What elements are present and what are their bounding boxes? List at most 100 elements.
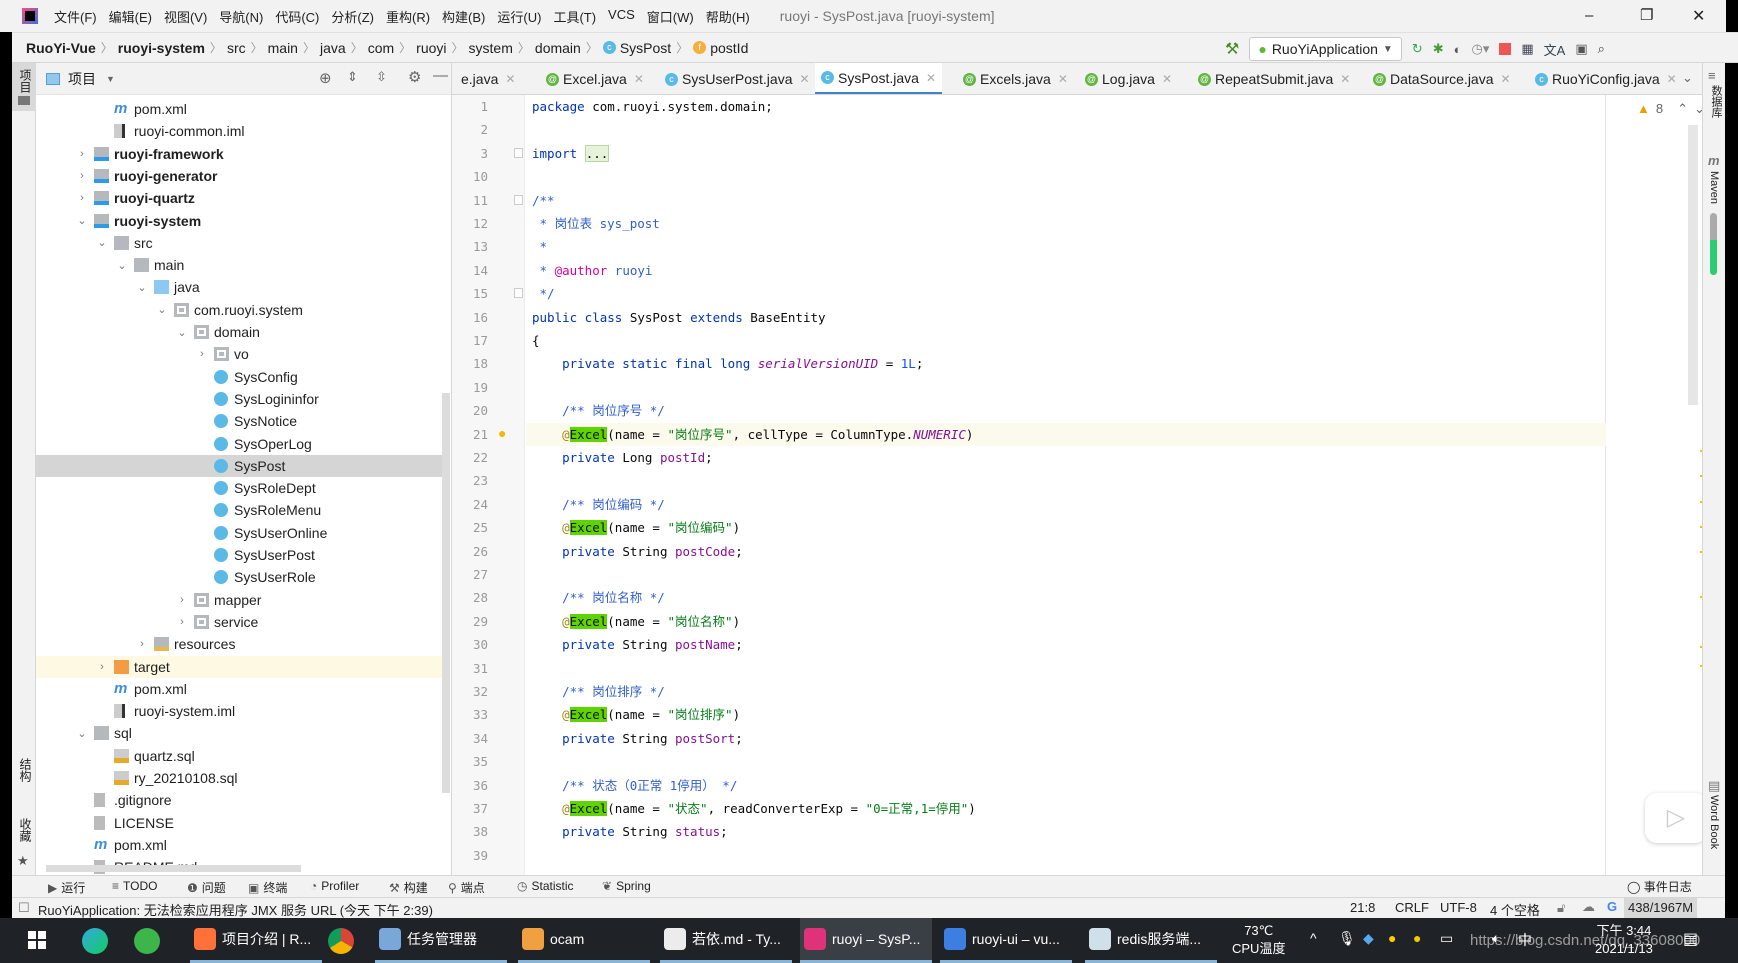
status-message[interactable]: RuoYiApplication: 无法检索应用程序 JMX 服务 URL (今… bbox=[38, 900, 433, 919]
code-line[interactable]: @Excel(name = "岗位序号", cellType = ColumnT… bbox=[532, 423, 973, 446]
close-tab-icon[interactable]: ✕ bbox=[634, 72, 644, 86]
search-icon[interactable]: ⌕ bbox=[1598, 41, 1605, 57]
tree-item[interactable]: ⌄ sql bbox=[36, 722, 444, 744]
menu-item[interactable]: 工具(T) bbox=[547, 7, 602, 26]
tab-log-java[interactable]: @ Log.java ✕ bbox=[1079, 63, 1178, 94]
close-button[interactable]: ✕ bbox=[1692, 6, 1705, 26]
menu-item[interactable]: 视图(V) bbox=[158, 7, 213, 26]
tray-app2-icon[interactable]: ● bbox=[1413, 930, 1421, 946]
tree-item[interactable]: LICENSE bbox=[36, 812, 444, 834]
tree-item[interactable]: ruoyi-common.iml bbox=[36, 120, 444, 142]
tree-item[interactable]: › ruoyi-framework bbox=[36, 143, 444, 165]
caret-position[interactable]: 21:8 bbox=[1350, 900, 1375, 915]
tab-syspost-java[interactable]: c SysPost.java ✕ bbox=[815, 63, 942, 94]
tool-window-button[interactable]: ◔ Profiler bbox=[310, 879, 359, 893]
chevron-right-icon[interactable]: › bbox=[96, 661, 108, 673]
intention-bulb-icon[interactable]: ● bbox=[498, 425, 506, 441]
browser-360-icon[interactable] bbox=[134, 928, 160, 954]
cpu-temp-widget[interactable]: 73℃ CPU温度 bbox=[1232, 922, 1285, 958]
clock[interactable]: 下午 3:44 2021/1/13 bbox=[1595, 922, 1653, 958]
code-line[interactable]: @Excel(name = "岗位排序") bbox=[532, 703, 740, 726]
qq-icon[interactable]: ● bbox=[1388, 930, 1396, 946]
indent-setting[interactable]: 4 个空格 bbox=[1490, 900, 1540, 919]
chevron-down-icon[interactable]: ⌄ bbox=[96, 236, 108, 249]
close-tab-icon[interactable]: ✕ bbox=[1058, 72, 1068, 86]
tree-item[interactable]: SysOperLog bbox=[36, 433, 444, 455]
code-line[interactable]: * @author ruoyi bbox=[532, 259, 653, 282]
maven-tool-label[interactable]: Maven bbox=[1708, 171, 1720, 204]
chevron-down-icon[interactable]: ⌄ bbox=[136, 281, 148, 294]
tool-window-button[interactable]: ⚲ 端点 bbox=[448, 879, 485, 896]
menu-item[interactable]: 编辑(E) bbox=[103, 7, 158, 26]
structure-tool-label[interactable]: 结构 bbox=[17, 758, 34, 782]
project-view-select[interactable]: 项目 bbox=[68, 69, 96, 89]
tree-item[interactable]: quartz.sql bbox=[36, 745, 444, 767]
code-line[interactable]: private String status; bbox=[532, 820, 728, 843]
microphone-icon[interactable]: 🎙︎ bbox=[1338, 930, 1356, 947]
tree-item[interactable]: SysUserPost bbox=[36, 544, 444, 566]
tool-window-button[interactable]: ▶ 运行 bbox=[48, 879, 85, 896]
fold-icon[interactable] bbox=[514, 194, 523, 205]
tree-item[interactable]: ruoyi-system.iml bbox=[36, 700, 444, 722]
chevron-right-icon[interactable]: › bbox=[176, 594, 188, 606]
chevron-down-icon[interactable]: ⌄ bbox=[76, 727, 88, 740]
project-tool-label[interactable]: 项目 bbox=[17, 69, 34, 93]
menu-item[interactable]: VCS bbox=[602, 7, 641, 26]
tray-overflow-icon[interactable]: ^ bbox=[1310, 930, 1317, 946]
code-line[interactable]: @Excel(name = "岗位名称") bbox=[532, 610, 740, 633]
expand-all-icon[interactable]: ⇕ bbox=[347, 69, 358, 85]
tree-item[interactable]: › mapper bbox=[36, 589, 444, 611]
taskbar-app[interactable]: 项目介绍 | R... bbox=[190, 918, 322, 963]
tree-item[interactable]: ry_20210108.sql bbox=[36, 767, 444, 789]
settings-icon[interactable]: ☁ bbox=[1582, 899, 1595, 915]
tab-excel-java[interactable]: @ Excel.java ✕ bbox=[540, 63, 650, 94]
chevron-right-icon[interactable]: › bbox=[76, 170, 88, 182]
tree-item[interactable]: › resources bbox=[36, 633, 444, 655]
taskbar-app[interactable]: ruoyi-ui – vu... bbox=[940, 918, 1072, 963]
tab-e-java[interactable]: e.java ✕ bbox=[455, 63, 521, 94]
code-line[interactable]: import ... bbox=[532, 142, 610, 165]
code-line[interactable]: private String postCode; bbox=[532, 540, 743, 563]
translate-icon[interactable]: 文A bbox=[1544, 40, 1566, 59]
tool-window-button[interactable]: ❶ 问题 bbox=[187, 879, 226, 896]
editor-scrollbar[interactable] bbox=[1688, 125, 1698, 405]
tool-window-button[interactable]: ≡ TODO bbox=[112, 879, 157, 893]
code-line[interactable]: */ bbox=[532, 282, 555, 305]
tree-item[interactable]: m pom.xml bbox=[36, 834, 444, 856]
stop-icon[interactable] bbox=[1499, 43, 1512, 55]
taskbar-app[interactable]: ocam bbox=[518, 918, 650, 963]
tree-item[interactable]: ⌄ com.ruoyi.system bbox=[36, 299, 444, 321]
battery-icon[interactable]: ▭ bbox=[1440, 930, 1453, 947]
code-line[interactable]: private static final long serialVersionU… bbox=[532, 352, 923, 375]
chevron-right-icon[interactable]: › bbox=[76, 148, 88, 160]
code-line[interactable]: private String postName; bbox=[532, 633, 743, 656]
menu-item[interactable]: 窗口(W) bbox=[641, 7, 700, 26]
maximize-button[interactable]: ❐ bbox=[1640, 6, 1653, 24]
breadcrumb-item[interactable]: postId bbox=[710, 40, 748, 56]
menu-item[interactable]: 导航(N) bbox=[213, 7, 269, 26]
tree-item[interactable]: › service bbox=[36, 611, 444, 633]
breadcrumb-item[interactable]: system bbox=[469, 40, 513, 56]
tree-item[interactable]: SysLogininfor bbox=[36, 388, 444, 410]
memory-indicator[interactable]: 438/1967M bbox=[1624, 898, 1698, 918]
chevron-down-icon[interactable]: ▼ bbox=[106, 74, 115, 84]
tab-datasource-java[interactable]: @ DataSource.java ✕ bbox=[1367, 63, 1517, 94]
profile-icon[interactable]: ◷▾ bbox=[1472, 41, 1490, 57]
status-toggle-icon[interactable]: ☐ bbox=[18, 900, 30, 916]
edge-icon[interactable] bbox=[82, 928, 108, 954]
chevron-down-icon[interactable]: ⌄ bbox=[156, 303, 168, 316]
breadcrumb-item[interactable]: src bbox=[227, 40, 246, 56]
breadcrumb-item[interactable]: java bbox=[320, 40, 346, 56]
menu-item[interactable]: 帮助(H) bbox=[700, 7, 756, 26]
favorites-tool-label[interactable]: 收藏 bbox=[17, 818, 34, 842]
database-tool-label[interactable]: 数据库 bbox=[1708, 85, 1724, 118]
locate-icon[interactable]: ⊕ bbox=[319, 69, 332, 87]
build-hammer-icon[interactable]: ⚒ bbox=[1225, 39, 1239, 59]
breadcrumb-item[interactable]: domain bbox=[535, 40, 581, 56]
tray-app-icon[interactable]: ◆ bbox=[1363, 930, 1374, 947]
tree-item[interactable]: .gitignore bbox=[36, 789, 444, 811]
code-line[interactable]: /** 岗位编码 */ bbox=[532, 493, 665, 516]
debug-icon[interactable]: ✱ bbox=[1433, 41, 1444, 57]
tree-item[interactable]: SysRoleMenu bbox=[36, 499, 444, 521]
coverage-icon[interactable]: ◐ bbox=[1454, 42, 1462, 57]
